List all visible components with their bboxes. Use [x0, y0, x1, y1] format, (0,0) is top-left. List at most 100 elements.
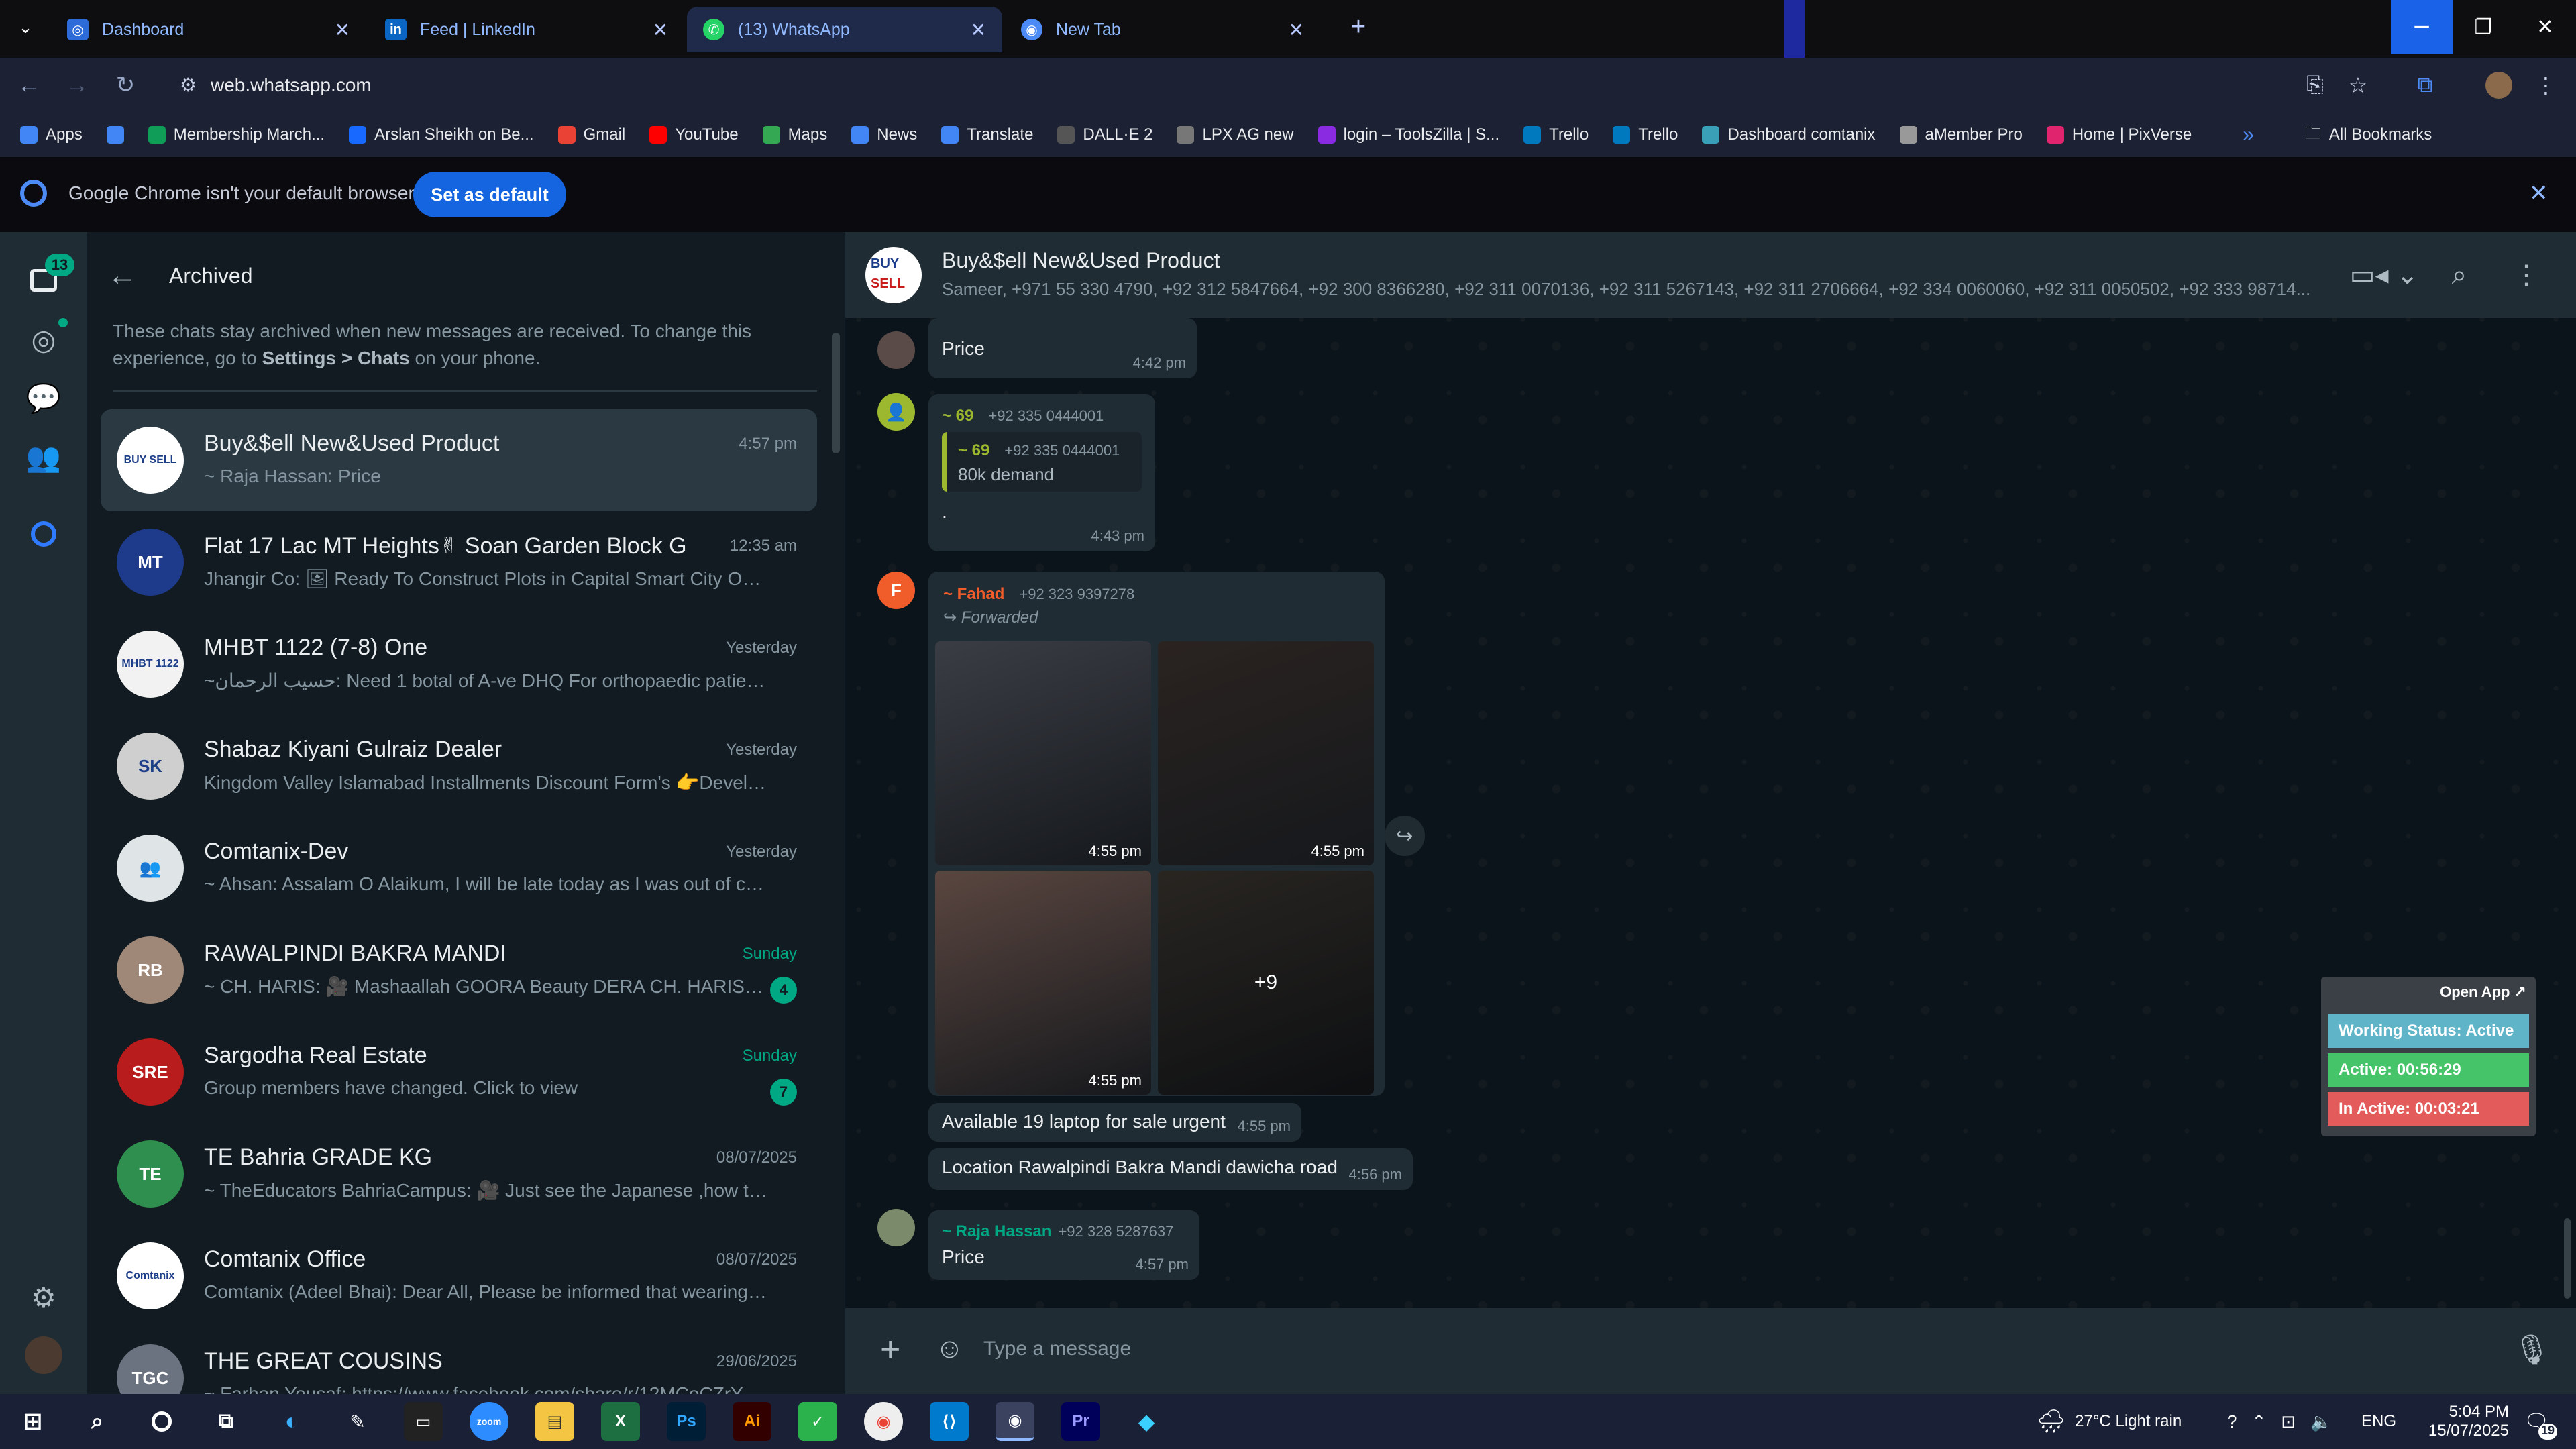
tab-linkedin[interactable]: in Feed | LinkedIn ✕	[369, 7, 684, 52]
menu-dots-icon[interactable]: ⋮	[2505, 254, 2548, 297]
address-bar[interactable]: ⚙ web.whatsapp.com	[164, 66, 2377, 105]
reload-icon[interactable]: ↻	[109, 68, 142, 102]
clock[interactable]: 5:04 PM 15/07/2025	[2426, 1394, 2509, 1449]
conversation-header[interactable]: BUY SELL Buy&$ell New&Used Product Samee…	[845, 232, 2576, 318]
chats-icon[interactable]: 13	[22, 254, 74, 302]
album-message-bubble[interactable]: ~ Fahad +92 323 9397278 ↪ Forwarded 4:55 …	[928, 572, 1385, 1096]
bookmark-arslan-sheikh-on-be[interactable]: Arslan Sheikh on Be...	[349, 125, 534, 144]
bookmark-gmail[interactable]: Gmail	[557, 125, 625, 144]
chrome-icon[interactable]: ◉	[864, 1402, 903, 1441]
album-photo[interactable]: +9	[1158, 871, 1374, 1095]
language-indicator[interactable]: ENG	[2361, 1394, 2396, 1449]
bookmark-membership-march[interactable]: Membership March...	[148, 125, 325, 144]
profile-avatar[interactable]	[2482, 68, 2516, 102]
chat-list-item[interactable]: MT Flat 17 Lac MT Heights✌ Soan Garden Bl…	[101, 511, 817, 613]
bookmark-home-pixverse[interactable]: Home | PixVerse	[2046, 125, 2192, 144]
message-input[interactable]: Type a message	[983, 1338, 1131, 1360]
chrome-menu-icon[interactable]: ⋮	[2529, 68, 2563, 102]
bookmark-lpx-ag-new[interactable]: LPX AG new	[1177, 125, 1294, 144]
chat-list-item[interactable]: Comtanix Comtanix Office 08/07/2025 Comtani…	[101, 1225, 817, 1327]
bookmark-trello[interactable]: Trello	[1613, 125, 1678, 144]
close-tab-icon[interactable]: ✕	[971, 19, 986, 41]
windows-start-icon[interactable]: ⊞	[13, 1402, 52, 1441]
tab-search-chevron-icon[interactable]: ⌄	[0, 0, 51, 54]
help-icon[interactable]: ?	[2227, 1411, 2237, 1432]
close-infobar-icon[interactable]: ✕	[2529, 180, 2548, 207]
message-bubble[interactable]: ~ 69 +92 335 0444001 ~ 69 +92 335 0444001 …	[928, 394, 1155, 551]
settings-gear-icon[interactable]: ⚙	[22, 1276, 65, 1319]
network-icon[interactable]: ⊡	[2281, 1411, 2296, 1432]
bookmark-apps[interactable]: Apps	[20, 125, 83, 144]
chat-list-item[interactable]: SRE Sargodha Real Estate Sunday Group membe…	[101, 1021, 817, 1123]
chat-list-item[interactable]: TE TE Bahria GRADE KG 08/07/2025 ~ TheEduca…	[101, 1123, 817, 1225]
chat-list-item[interactable]: 👥 Comtanix-Dev Yesterday ~ Ahsan: Assalam O…	[101, 817, 817, 919]
video-call-icon[interactable]: ▭◂ ⌄	[2344, 254, 2424, 297]
attach-plus-icon[interactable]: +	[880, 1331, 900, 1368]
sender-avatar[interactable]: F	[877, 572, 915, 609]
chat-list-item[interactable]: TGC THE GREAT COUSINS 29/06/2025 ~ Farhan Y…	[101, 1327, 817, 1394]
close-window-icon[interactable]: ✕	[2514, 0, 2576, 54]
close-tab-icon[interactable]: ✕	[335, 19, 350, 41]
bookmark-translate[interactable]: Translate	[941, 125, 1033, 144]
search-icon[interactable]: ⌕	[78, 1402, 117, 1441]
all-bookmarks-button[interactable]: 🗀 All Bookmarks	[2305, 121, 2432, 149]
bookmark-login-toolszilla-s[interactable]: login – ToolsZilla | S...	[1318, 125, 1499, 144]
album-photo[interactable]: 4:55 pm	[1158, 641, 1374, 865]
conversation-scrollbar[interactable]	[2564, 1218, 2571, 1299]
close-tab-icon[interactable]: ✕	[653, 19, 668, 41]
forward-media-icon[interactable]: ↪	[1385, 816, 1425, 856]
pen-icon[interactable]: ✎	[338, 1402, 377, 1441]
terminal-icon[interactable]: ▭	[404, 1402, 443, 1441]
site-info-icon[interactable]: ⚙	[180, 74, 197, 96]
comtanix-app-icon[interactable]: ◆	[1127, 1402, 1166, 1441]
illustrator-icon[interactable]: Ai	[733, 1402, 771, 1441]
cortana-icon[interactable]	[142, 1402, 181, 1441]
message-bubble[interactable]: ~ Raja Hassan +92 328 5287637 Price 4:57 …	[928, 1210, 1199, 1280]
chrome-active-icon[interactable]: ◉	[996, 1402, 1034, 1441]
install-app-icon[interactable]: ⎘	[2298, 68, 2332, 102]
chat-list-item[interactable]: SK Shabaz Kiyani Gulraiz Dealer Yesterday K…	[101, 715, 817, 817]
extensions-icon[interactable]: ⧉	[2408, 68, 2442, 102]
set-as-default-button[interactable]: Set as default	[413, 172, 566, 217]
tab-dashboard[interactable]: ◎ Dashboard ✕	[51, 7, 366, 52]
bookmarks-overflow-icon[interactable]: »	[2243, 123, 2254, 146]
forward-arrow-icon[interactable]: →	[60, 68, 94, 102]
group-avatar[interactable]: BUY SELL	[865, 247, 922, 303]
bookmark-news[interactable]: News	[851, 125, 917, 144]
bookmark-dashboard-comtanix[interactable]: Dashboard comtanix	[1702, 125, 1876, 144]
file-explorer-icon[interactable]: ▤	[535, 1402, 574, 1441]
bookmark-dall-e-2[interactable]: DALL·E 2	[1057, 125, 1152, 144]
message-bubble[interactable]: Price 4:42 pm	[928, 318, 1197, 378]
task-view-icon[interactable]: ⧉	[207, 1402, 246, 1441]
weather-widget[interactable]: 🌧 27°C Light rain	[2037, 1394, 2182, 1449]
excel-icon[interactable]: X	[601, 1402, 640, 1441]
message-bubble[interactable]: Available 19 laptop for sale urgent 4:55…	[928, 1103, 1301, 1142]
profile-avatar[interactable]	[22, 1334, 65, 1377]
sender-avatar[interactable]	[877, 331, 915, 369]
bookmark-trello[interactable]: Trello	[1523, 125, 1589, 144]
notifications-icon[interactable]: 🗨 19	[2524, 1394, 2557, 1449]
channels-icon[interactable]: 💬	[22, 377, 65, 420]
photoshop-icon[interactable]: Ps	[667, 1402, 706, 1441]
bookmark-youtube[interactable]: YouTube	[649, 125, 739, 144]
chatlist-scrollbar[interactable]	[832, 333, 840, 453]
open-app-link[interactable]: Open App ↗	[2440, 983, 2526, 1001]
communities-icon[interactable]: 👥	[22, 436, 65, 479]
bookmark-maps[interactable]: Maps	[762, 125, 827, 144]
tab-whatsapp[interactable]: ✆ (13) WhatsApp ✕	[687, 7, 1002, 52]
meta-ai-icon[interactable]	[22, 513, 65, 555]
minimize-window-icon[interactable]: ─	[2391, 0, 2453, 54]
restore-window-icon[interactable]: ❐	[2453, 0, 2514, 54]
bookmark-grid[interactable]	[106, 126, 124, 144]
close-tab-icon[interactable]: ✕	[1289, 19, 1304, 41]
chat-list-item[interactable]: MHBT 1122 MHBT 1122 (7-8) One Yesterday ~حس…	[101, 613, 817, 715]
quoted-message[interactable]: ~ 69 +92 335 0444001 80k demand	[942, 432, 1142, 492]
status-icon[interactable]: ◎	[22, 318, 68, 361]
bookmark-amember-pro[interactable]: aMember Pro	[1899, 125, 2023, 144]
album-photo[interactable]: 4:55 pm	[935, 641, 1151, 865]
chevron-up-icon[interactable]: ⌃	[2251, 1411, 2266, 1432]
microphone-icon[interactable]: 🎙	[2513, 1332, 2551, 1367]
back-arrow-icon[interactable]: ←	[12, 68, 46, 102]
chat-list-item[interactable]: RB RAWALPINDI BAKRA MANDI Sunday ~ CH. HARI…	[101, 919, 817, 1021]
album-photo[interactable]: 4:55 pm	[935, 871, 1151, 1095]
